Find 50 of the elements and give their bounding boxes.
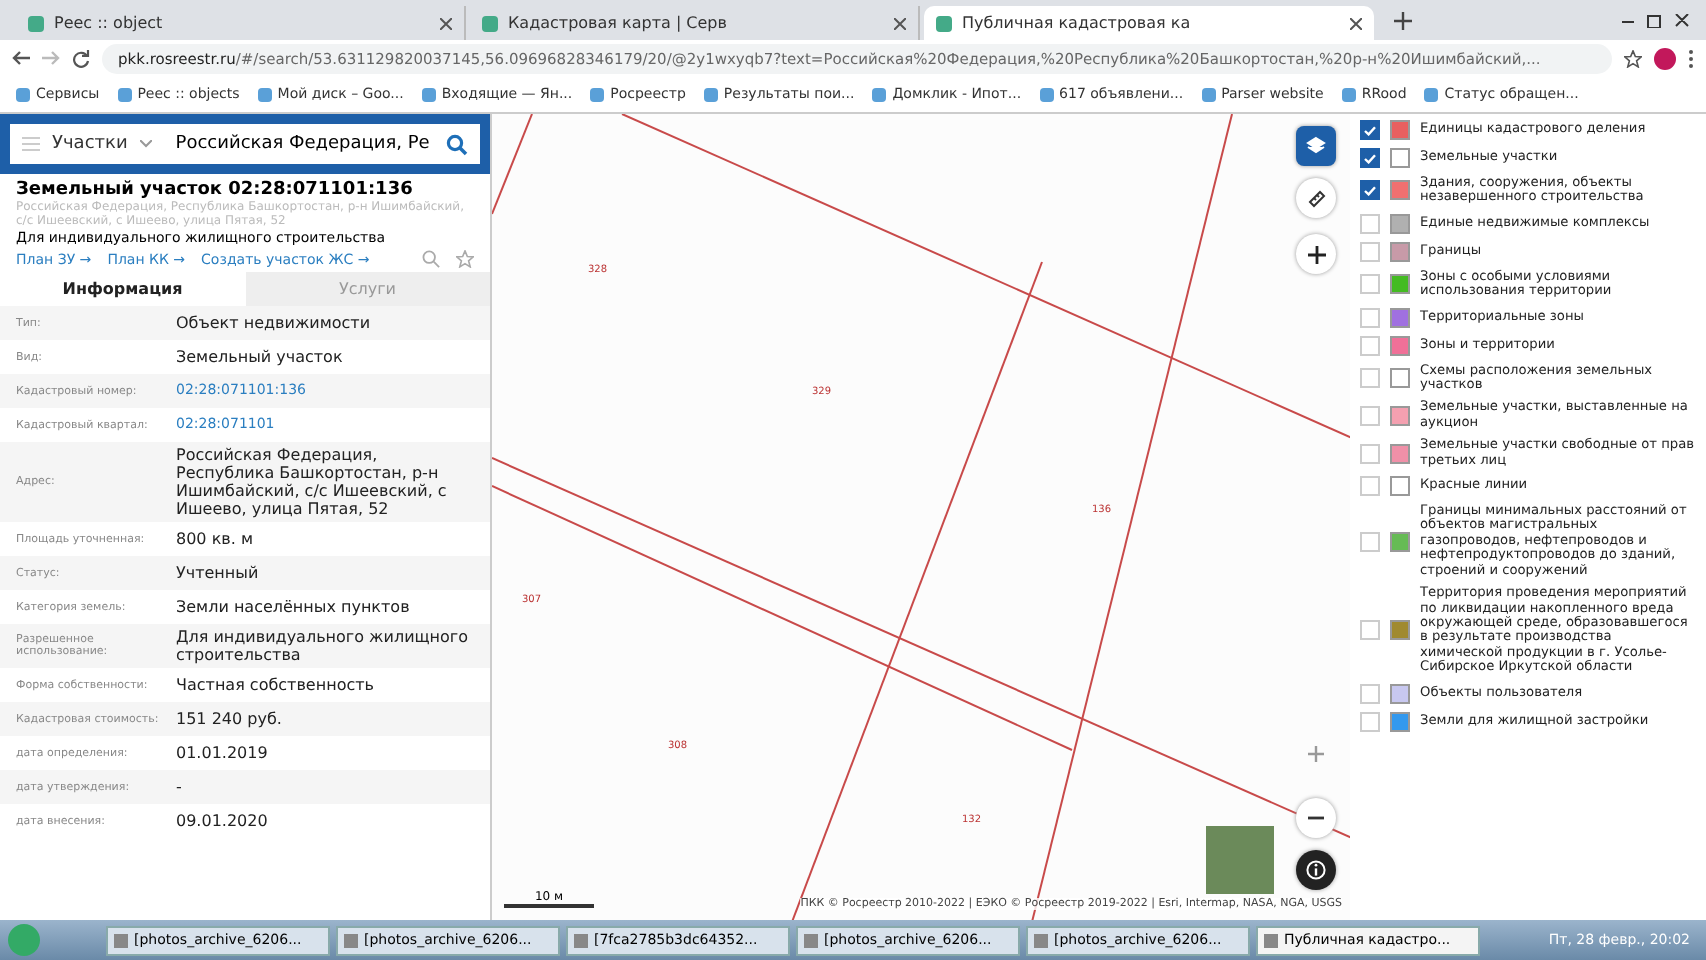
browser-tab[interactable]: Публичная кадастровая ка (924, 6, 1374, 40)
field-value: Земельный участок (176, 348, 343, 366)
layers-button[interactable] (1296, 126, 1336, 166)
layer-checkbox[interactable] (1360, 180, 1380, 201)
info-icon (1306, 860, 1326, 880)
field-value: 800 кв. м (176, 530, 253, 548)
star-icon[interactable] (456, 250, 474, 268)
menu-icon[interactable] (1688, 49, 1694, 67)
field-value: - (176, 778, 182, 796)
field-value: Учтенный (176, 564, 259, 582)
reload-icon[interactable] (72, 49, 90, 67)
field-value: Объект недвижимости (176, 314, 371, 332)
close-icon[interactable] (440, 17, 452, 29)
layers-icon (1306, 136, 1326, 156)
field-value: Частная собственность (176, 676, 374, 694)
browser-tab[interactable]: Реес :: object (16, 6, 466, 40)
crosshair-icon (1307, 245, 1325, 263)
field-value: 09.01.2020 (176, 812, 268, 830)
close-icon[interactable] (894, 17, 906, 29)
parcel-boundary (492, 114, 533, 215)
satellite-thumbnail[interactable] (1206, 826, 1274, 894)
field-value: Земли населённых пунктов (176, 598, 410, 616)
browser-tab[interactable]: Кадастровая карта | Серв (470, 6, 920, 40)
star-icon[interactable] (1624, 49, 1642, 67)
ruler-icon (1307, 189, 1325, 207)
zoom-out-button[interactable] (1296, 798, 1336, 838)
field-value: Для индивидуального жилищного строительства (176, 628, 471, 664)
layer-checkbox[interactable] (1360, 148, 1380, 168)
zoom-icon[interactable] (422, 250, 440, 268)
start-button[interactable] (8, 924, 40, 956)
category-dropdown[interactable]: Участки (52, 134, 128, 154)
back-icon[interactable] (12, 50, 30, 66)
window-controls-icon[interactable] (1622, 13, 1690, 27)
object-title: Земельный участок 02:28:071101:136 (16, 180, 415, 200)
layer-checkbox[interactable] (1360, 120, 1380, 140)
search-field[interactable]: Участки Российская Федерация, Ре (10, 124, 480, 164)
field-value: 151 240 руб. (176, 710, 282, 728)
info-button[interactable] (1296, 850, 1336, 890)
new-tab-icon[interactable] (1394, 11, 1412, 29)
close-icon[interactable] (1350, 17, 1362, 29)
caret-icon[interactable] (139, 140, 152, 148)
field-value: Российская Федерация, Республика Башкортостан, р-н Ишимбайский, с/с Ишеевский, с Ишеево, улица Пятая, 52 (176, 446, 449, 518)
search-icon[interactable] (446, 133, 468, 155)
profile-avatar[interactable] (1654, 47, 1676, 69)
field-value: 01.01.2019 (176, 744, 268, 762)
minus-icon (1308, 816, 1324, 820)
plus-icon (1308, 746, 1324, 762)
forward-icon[interactable] (42, 50, 60, 66)
ruler-button[interactable] (1296, 178, 1336, 218)
crosshair-button[interactable] (1296, 234, 1336, 274)
